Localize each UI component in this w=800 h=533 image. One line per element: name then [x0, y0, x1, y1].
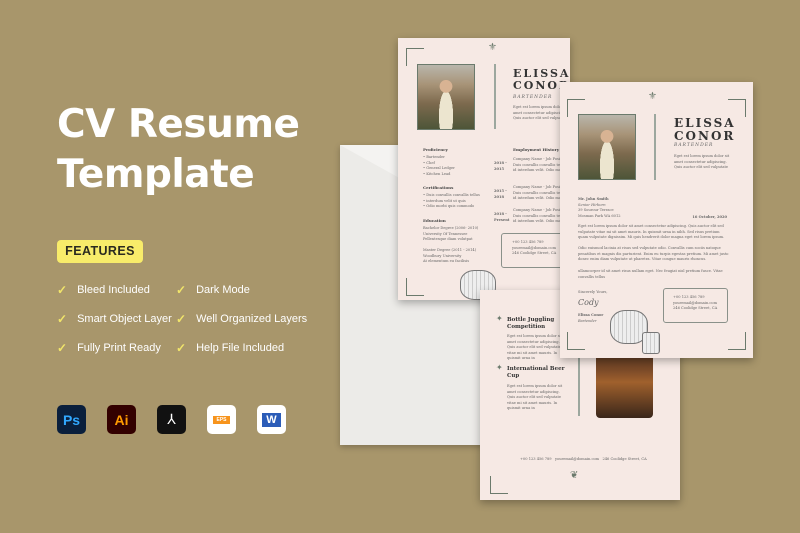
resume-intro: Eget est lorem ipsum dolor sit amet cons… — [674, 154, 730, 169]
letter-paragraph: Eget est lorem ipsum dolor sit amet cons… — [578, 224, 725, 239]
mug-illustration — [642, 332, 660, 354]
employment-heading: Employment History — [513, 147, 560, 152]
job-years: 2015 - 2018 — [494, 189, 507, 199]
portfolio-text: Eget est lorem ipsum dolor sit amet cons… — [507, 334, 563, 360]
feature-item: ✓ Well Organized Layers — [176, 312, 307, 326]
feature-label: Dark Mode — [196, 284, 250, 296]
proficiency-heading: Proficiency — [423, 147, 448, 152]
photoshop-icon: Ps — [57, 405, 86, 434]
corner-ornament — [406, 278, 424, 296]
footer-contact: +00 123 456 789 youremail@domain.com 246… — [520, 457, 647, 461]
job-entry: Company Name - Job Position Duis convall… — [513, 185, 567, 200]
feature-item: ✓ Dark Mode — [176, 283, 250, 297]
headline: CV Resume Template — [57, 100, 300, 200]
feature-item: ✓ Bleed Included — [57, 283, 150, 297]
bullet-ornament: ✦ — [496, 363, 503, 372]
feature-label: Smart Object Layer — [77, 313, 172, 325]
divider — [654, 114, 656, 180]
corner-ornament — [728, 332, 746, 350]
scroll-ornament: ❦ — [570, 470, 579, 481]
resume-page: ⚜ ELISSA CONOR BARTENDER Eget est lorem i… — [398, 38, 570, 300]
eps-label: EPS — [213, 415, 230, 424]
signer-block: Elissa Conor Bartender — [578, 313, 604, 323]
letter-paragraph: Odio euismod lacinia at risus sed vulput… — [578, 246, 729, 261]
feature-label: Help File Included — [196, 342, 285, 354]
word-icon: W — [257, 405, 286, 434]
letter-closing: Sincerely Yours, — [578, 290, 608, 294]
job-years: 2018 - Present — [494, 212, 510, 222]
check-icon: ✓ — [57, 312, 68, 326]
features-badge: FEATURES — [57, 240, 143, 263]
contact-box: +00 123 456 789 youremail@domain.com 246 C… — [663, 288, 728, 323]
contact-list: +00 123 456 789 youremail@domain.com 246 C… — [673, 295, 718, 310]
proficiency-list: • Bartender • Chef • General Ledger • Kitch… — [423, 155, 455, 176]
profile-photo — [417, 64, 475, 130]
education-heading: Education — [423, 218, 446, 223]
job-entry: Company Name - Job Position Duis convall… — [513, 208, 567, 223]
feature-item: ✓ Help File Included — [176, 341, 284, 355]
eps-file-icon: EPS — [207, 405, 236, 434]
portfolio-text: Eget est lorem ipsum dolor sit amet cons… — [507, 384, 563, 410]
bullet-ornament: ✦ — [496, 314, 503, 323]
headline-line-2: Template — [57, 152, 255, 197]
certifications-list: • Duis convallis convallis tellus • inter… — [423, 193, 480, 208]
divider — [494, 64, 496, 129]
illustrator-icon: Ai — [107, 405, 136, 434]
certifications-heading: Certifications — [423, 185, 454, 190]
signature: Cody — [578, 298, 599, 307]
check-icon: ✓ — [57, 341, 68, 355]
job-years: 2018 - 2015 — [494, 161, 507, 171]
fleur-ornament: ⚜ — [488, 42, 497, 53]
portfolio-title: International Beer Cup — [507, 366, 565, 379]
corner-ornament — [490, 476, 508, 494]
corner-ornament — [728, 99, 746, 117]
education-list: Bachelor Degree (2006- 2010) University O… — [423, 226, 479, 263]
resume-role: BARTENDER — [513, 95, 553, 100]
contact-list: +00 123 456 789 youremail@domain.com 246 C… — [512, 240, 557, 255]
fleur-ornament: ⚜ — [648, 91, 657, 102]
feature-item: ✓ Fully Print Ready — [57, 341, 161, 355]
headline-line-1: CV Resume — [57, 102, 300, 147]
check-icon: ✓ — [176, 283, 187, 297]
cover-letter-page: ⚜ ELISSA CONOR BARTENDER Eget est lorem i… — [560, 82, 753, 358]
resume-role: BARTENDER — [674, 143, 714, 148]
acrobat-icon: ⅄ — [157, 405, 186, 434]
feature-label: Fully Print Ready — [77, 342, 161, 354]
feature-label: Well Organized Layers — [196, 313, 308, 325]
check-icon: ✓ — [176, 341, 187, 355]
letter-paragraph: ullamcorper id sit amet risus nullam ege… — [578, 269, 723, 279]
job-entry: Company Name - Job Position Duis convall… — [513, 157, 567, 172]
letter-date: 16 October, 2020 — [692, 215, 727, 219]
app-icons: Ps Ai ⅄ EPS W — [57, 405, 286, 434]
resume-name: ELISSA CONOR — [674, 116, 736, 144]
feature-item: ✓ Smart Object Layer — [57, 312, 172, 326]
profile-photo — [578, 114, 636, 180]
recipient-block: Mr. John Smith Senior Hirborn 39 Sourour T… — [578, 197, 621, 218]
corner-ornament — [567, 332, 585, 350]
check-icon: ✓ — [176, 312, 187, 326]
feature-label: Bleed Included — [77, 284, 150, 296]
last-name: CONOR — [674, 129, 736, 144]
word-label: W — [262, 412, 281, 427]
check-icon: ✓ — [57, 283, 68, 297]
